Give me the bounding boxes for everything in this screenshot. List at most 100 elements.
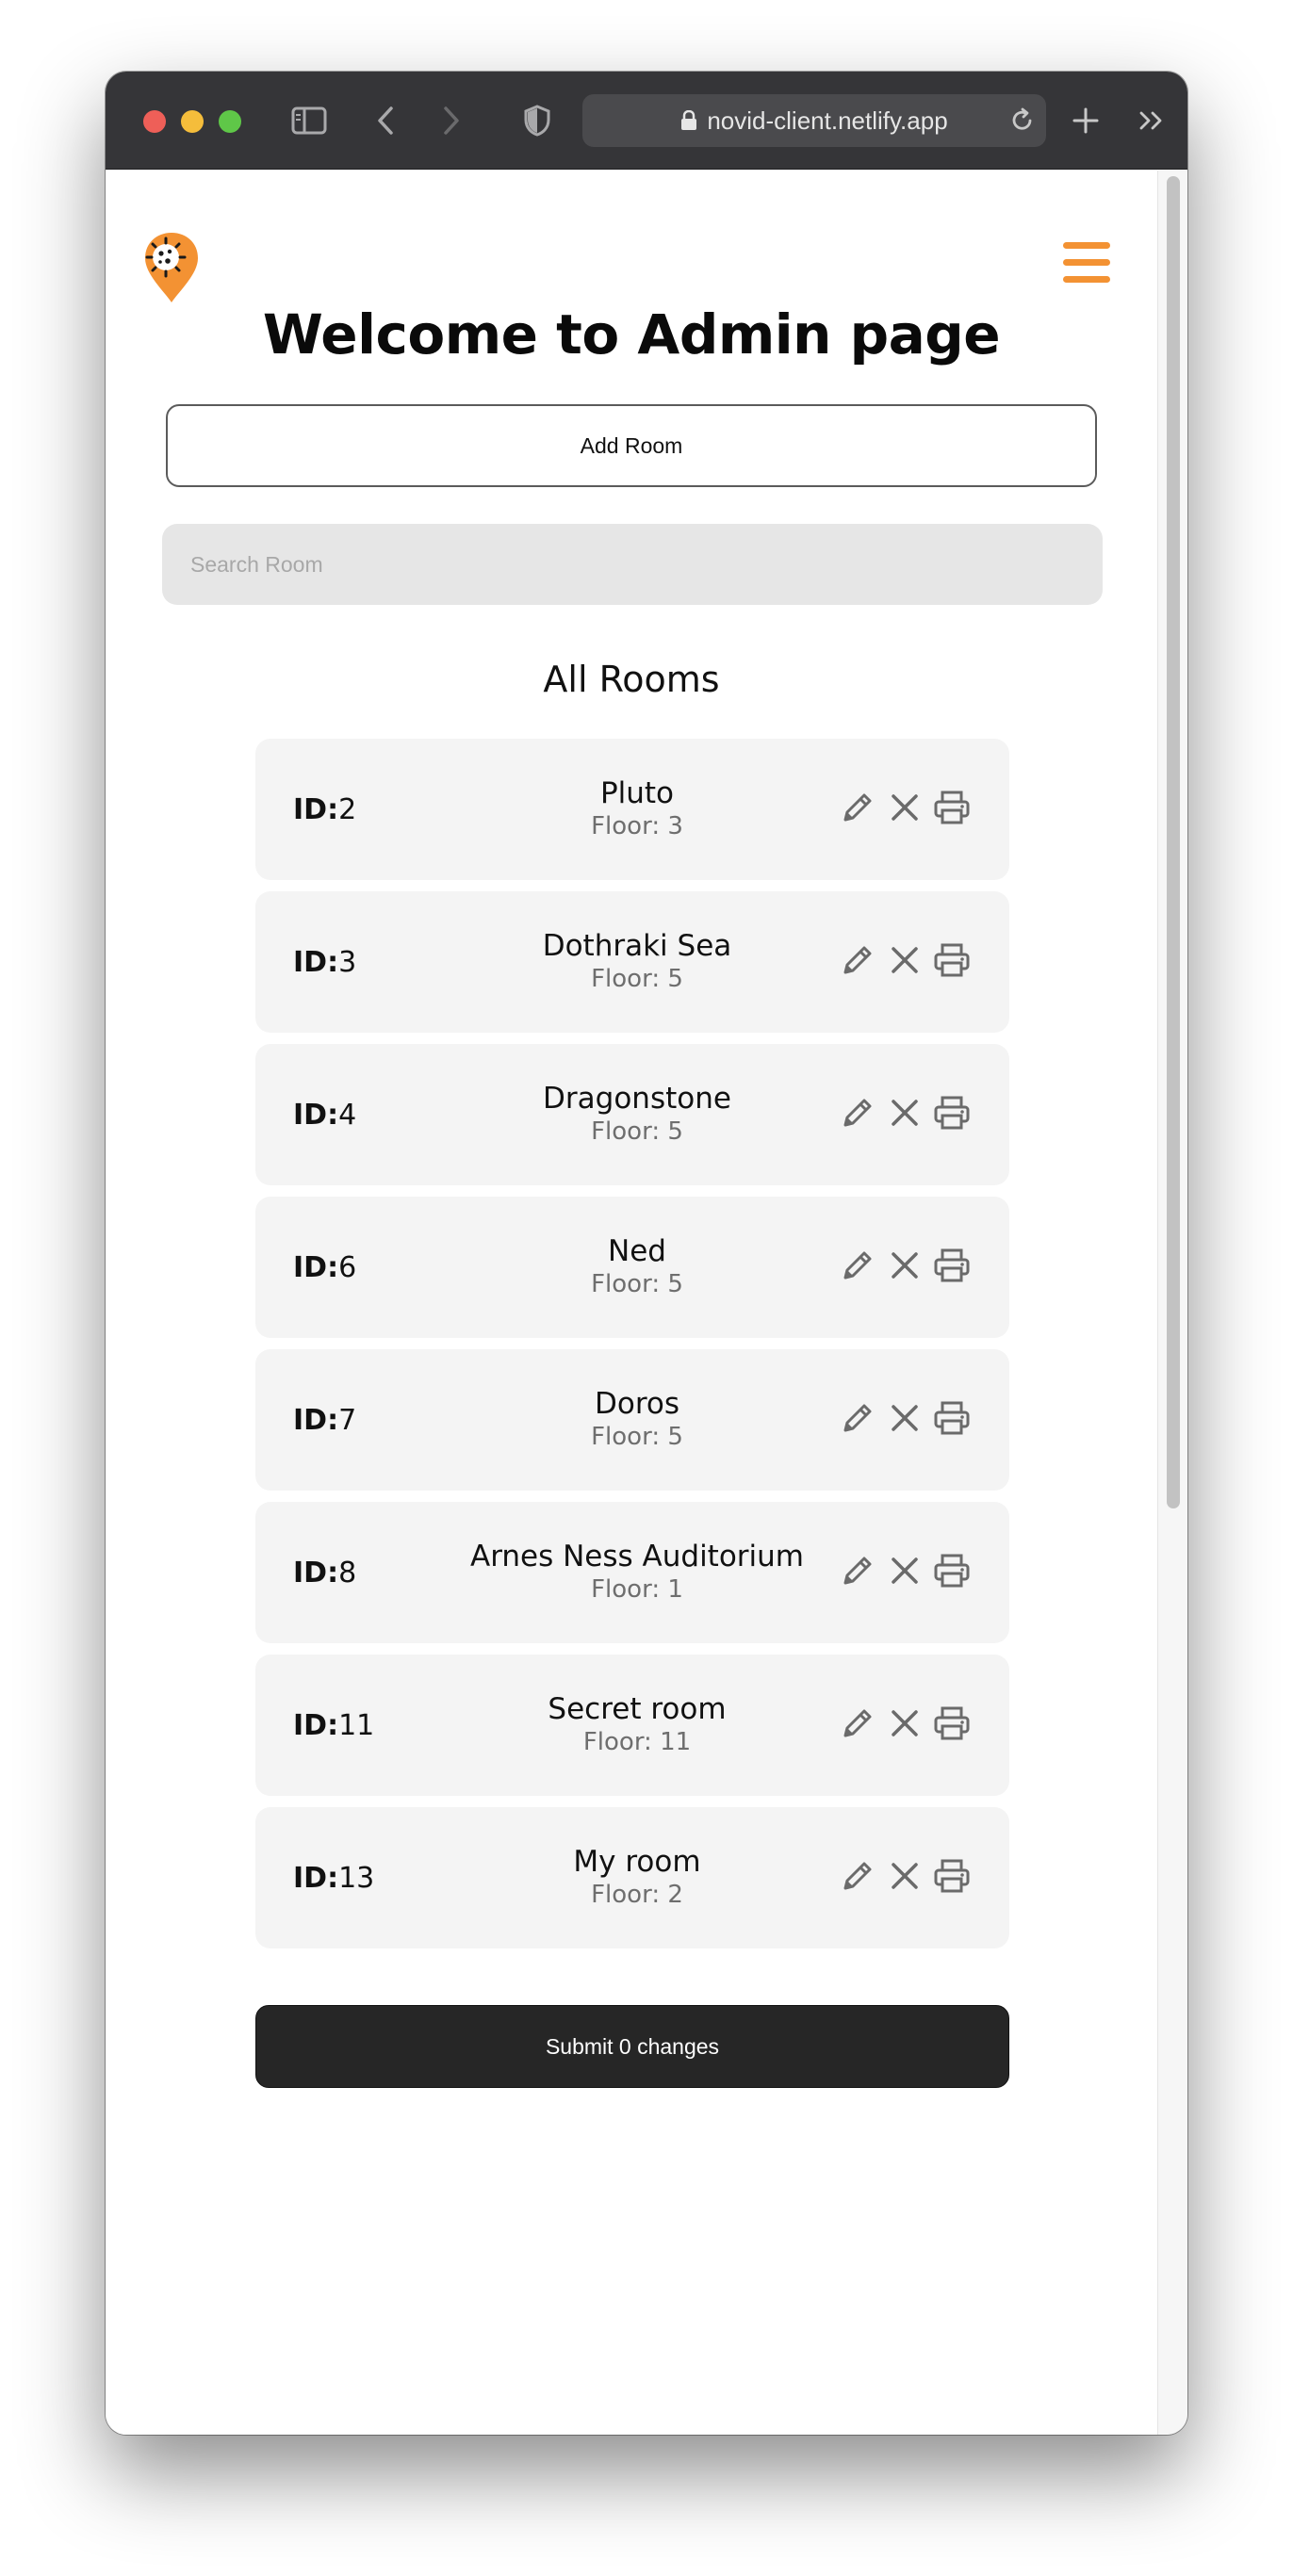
room-id: ID: 11 bbox=[293, 1655, 374, 1796]
room-floor: Floor: 11 bbox=[582, 1728, 692, 1756]
printer-icon[interactable] bbox=[932, 1398, 972, 1438]
room-info: My room Floor: 2 bbox=[378, 1845, 896, 1911]
more-tabs-icon[interactable] bbox=[1133, 102, 1170, 139]
submit-changes-button[interactable]: Submit 0 changes bbox=[255, 2005, 1009, 2088]
pencil-icon[interactable] bbox=[838, 788, 877, 827]
room-card[interactable]: ID: 8 Arnes Ness Auditorium Floor: 1 bbox=[255, 1502, 1009, 1643]
printer-icon[interactable] bbox=[932, 940, 972, 980]
close-icon[interactable] bbox=[885, 788, 925, 827]
room-info: Secret room Floor: 11 bbox=[378, 1692, 896, 1758]
room-id-label: ID: bbox=[293, 1708, 339, 1742]
room-list: ID: 2 Pluto Floor: 3 ID: 3 Dothraki Sea Floor: … bbox=[255, 739, 1009, 1960]
all-rooms-heading: All Rooms bbox=[543, 659, 720, 700]
pencil-icon[interactable] bbox=[838, 1551, 877, 1590]
privacy-shield-icon[interactable] bbox=[520, 102, 554, 139]
pencil-icon[interactable] bbox=[838, 1246, 877, 1285]
room-card[interactable]: ID: 11 Secret room Floor: 11 bbox=[255, 1655, 1009, 1796]
room-id-value: 7 bbox=[338, 1403, 357, 1437]
room-id-label: ID: bbox=[293, 1556, 339, 1590]
room-id-label: ID: bbox=[293, 945, 339, 979]
room-card[interactable]: ID: 2 Pluto Floor: 3 bbox=[255, 739, 1009, 880]
room-id: ID: 2 bbox=[293, 739, 356, 880]
printer-icon[interactable] bbox=[932, 1246, 972, 1285]
room-id-value: 11 bbox=[338, 1708, 375, 1742]
location-pin-logo[interactable] bbox=[141, 231, 202, 310]
printer-icon[interactable] bbox=[932, 1856, 972, 1896]
room-name: Arnes Ness Auditorium bbox=[469, 1540, 805, 1573]
back-icon[interactable] bbox=[371, 102, 400, 139]
pencil-icon[interactable] bbox=[838, 1856, 877, 1896]
room-floor: Floor: 3 bbox=[591, 812, 683, 840]
room-card[interactable]: ID: 3 Dothraki Sea Floor: 5 bbox=[255, 891, 1009, 1033]
close-icon[interactable] bbox=[885, 940, 925, 980]
room-id-value: 3 bbox=[338, 945, 357, 979]
room-actions bbox=[838, 1856, 972, 1896]
room-id-value: 13 bbox=[338, 1861, 375, 1895]
room-id: ID: 3 bbox=[293, 891, 356, 1033]
room-id-value: 2 bbox=[338, 792, 357, 826]
new-tab-icon[interactable] bbox=[1067, 102, 1105, 139]
room-name: Doros bbox=[594, 1387, 680, 1421]
page-content: Welcome to Admin page Add Room All Rooms… bbox=[106, 171, 1157, 2435]
room-id: ID: 6 bbox=[293, 1197, 356, 1338]
printer-icon[interactable] bbox=[932, 1704, 972, 1743]
maximize-window-button[interactable] bbox=[219, 110, 241, 133]
printer-icon[interactable] bbox=[932, 1551, 972, 1590]
minimize-window-button[interactable] bbox=[181, 110, 204, 133]
close-icon[interactable] bbox=[885, 1856, 925, 1896]
add-room-button[interactable]: Add Room bbox=[166, 404, 1097, 487]
pencil-icon[interactable] bbox=[838, 940, 877, 980]
sidebar-toggle-icon[interactable] bbox=[290, 102, 328, 139]
room-actions bbox=[838, 1704, 972, 1743]
room-name: Dothraki Sea bbox=[542, 929, 732, 963]
room-card[interactable]: ID: 4 Dragonstone Floor: 5 bbox=[255, 1044, 1009, 1185]
room-id-label: ID: bbox=[293, 1250, 339, 1284]
room-actions bbox=[838, 1551, 972, 1590]
pencil-icon[interactable] bbox=[838, 1398, 877, 1438]
browser-window: novid-client.netlify.app Welcome to Admi… bbox=[106, 72, 1187, 2435]
pencil-icon[interactable] bbox=[838, 1704, 877, 1743]
room-card[interactable]: ID: 13 My room Floor: 2 bbox=[255, 1807, 1009, 1948]
room-floor: Floor: 5 bbox=[591, 1117, 683, 1146]
room-id-value: 8 bbox=[338, 1556, 357, 1590]
room-card[interactable]: ID: 7 Doros Floor: 5 bbox=[255, 1349, 1009, 1491]
printer-icon[interactable] bbox=[932, 1093, 972, 1133]
room-info: Doros Floor: 5 bbox=[378, 1387, 896, 1453]
forward-icon[interactable] bbox=[437, 102, 466, 139]
room-name: Pluto bbox=[599, 776, 675, 810]
search-room-input[interactable] bbox=[162, 524, 1103, 605]
room-name: Secret room bbox=[548, 1692, 727, 1726]
room-name: Dragonstone bbox=[543, 1082, 731, 1116]
room-id: ID: 7 bbox=[293, 1349, 356, 1491]
room-id-label: ID: bbox=[293, 792, 339, 826]
room-id-value: 4 bbox=[338, 1098, 357, 1132]
room-actions bbox=[838, 1246, 972, 1285]
close-icon[interactable] bbox=[885, 1398, 925, 1438]
lock-icon bbox=[680, 110, 697, 131]
room-info: Arnes Ness Auditorium Floor: 1 bbox=[378, 1540, 896, 1606]
hamburger-menu-icon[interactable] bbox=[1063, 242, 1110, 285]
room-card[interactable]: ID: 6 Ned Floor: 5 bbox=[255, 1197, 1009, 1338]
room-floor: Floor: 5 bbox=[591, 1270, 683, 1298]
room-floor: Floor: 1 bbox=[591, 1575, 683, 1604]
close-icon[interactable] bbox=[885, 1093, 925, 1133]
address-bar[interactable]: novid-client.netlify.app bbox=[582, 94, 1046, 147]
close-icon[interactable] bbox=[885, 1246, 925, 1285]
close-icon[interactable] bbox=[885, 1704, 925, 1743]
close-window-button[interactable] bbox=[143, 110, 166, 133]
room-info: Dragonstone Floor: 5 bbox=[378, 1082, 896, 1148]
close-icon[interactable] bbox=[885, 1551, 925, 1590]
room-id: ID: 8 bbox=[293, 1502, 356, 1643]
reload-icon[interactable] bbox=[1010, 107, 1035, 134]
page-title: Welcome to Admin page bbox=[262, 302, 1001, 367]
room-id-value: 6 bbox=[338, 1250, 357, 1284]
room-id-label: ID: bbox=[293, 1403, 339, 1437]
pencil-icon[interactable] bbox=[838, 1093, 877, 1133]
browser-toolbar: novid-client.netlify.app bbox=[106, 72, 1187, 170]
room-id: ID: 13 bbox=[293, 1807, 374, 1948]
printer-icon[interactable] bbox=[932, 788, 972, 827]
room-name: Ned bbox=[608, 1234, 666, 1268]
scrollbar-thumb[interactable] bbox=[1167, 176, 1180, 1508]
scrollbar[interactable] bbox=[1157, 171, 1187, 2435]
room-actions bbox=[838, 1093, 972, 1133]
